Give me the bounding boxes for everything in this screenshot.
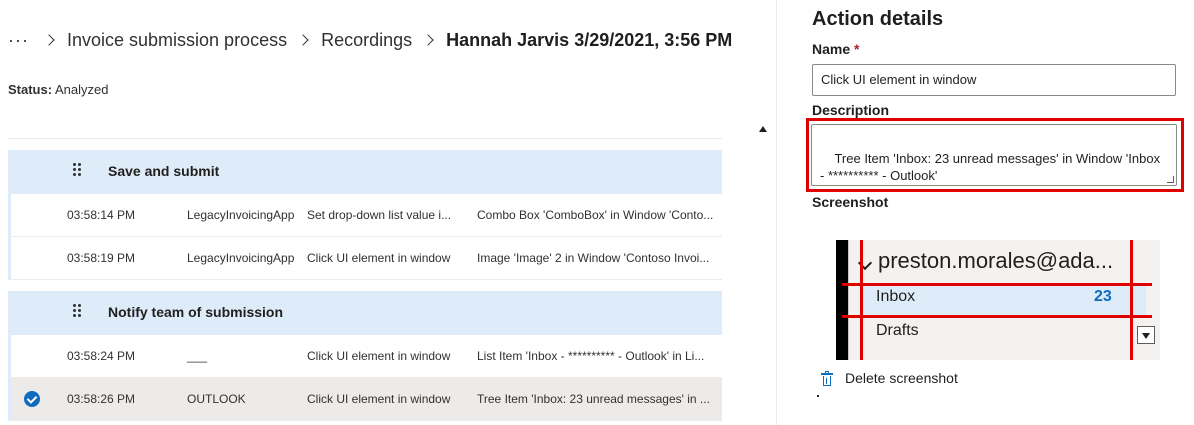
row-time: 03:58:19 PM — [67, 251, 136, 265]
action-list: Save and submit 03:58:14 PM LegacyInvoic… — [8, 118, 722, 425]
recording-pane: ··· Invoice submission process Recording… — [0, 0, 776, 425]
highlight-line — [860, 240, 863, 360]
row-action: Click UI element in window — [307, 349, 451, 363]
group-header[interactable]: Save and submit — [8, 150, 722, 194]
panel-title: Action details — [812, 8, 944, 30]
screenshot-image: preston.morales@ada... Inbox 23 Drafts — [812, 240, 1160, 360]
group-label: Save and submit — [108, 163, 220, 179]
row-time: 03:58:26 PM — [67, 392, 136, 406]
action-details-panel: Action details Name * Click UI element i… — [776, 0, 1194, 425]
row-app: ___ — [187, 349, 208, 363]
description-label: Description — [812, 102, 890, 118]
row-time: 03:58:14 PM — [67, 208, 136, 222]
table-row-selected[interactable]: 03:58:26 PM OUTLOOK Click UI element in … — [8, 378, 722, 421]
name-field[interactable]: Click UI element in window — [812, 64, 1176, 96]
row-target: Combo Box 'ComboBox' in Window 'Conto... — [477, 208, 714, 222]
group-header[interactable]: Notify team of submission — [8, 291, 722, 335]
trash-icon — [821, 370, 833, 386]
description-field[interactable]: Tree Item 'Inbox: 23 unread messages' in… — [811, 124, 1177, 186]
table-row[interactable]: 03:58:19 PM LegacyInvoicingApp Click UI … — [8, 237, 722, 280]
chevron-right-icon — [43, 34, 55, 46]
row-app: LegacyInvoicingApp — [187, 208, 295, 222]
row-action: Click UI element in window — [307, 392, 451, 406]
required-marker: * — [854, 41, 860, 57]
breadcrumb-current: Hannah Jarvis 3/29/2021, 3:56 PM — [446, 29, 733, 50]
dot — [817, 395, 819, 397]
table-row[interactable]: 03:58:24 PM ___ Click UI element in wind… — [8, 335, 722, 378]
delete-screenshot-button[interactable]: Delete screenshot — [821, 370, 958, 386]
breadcrumb: ··· Invoice submission process Recording… — [8, 28, 732, 52]
scroll-up-icon[interactable] — [759, 126, 767, 132]
row-target: List Item 'Inbox - ********** - Outlook'… — [477, 349, 705, 363]
chevron-right-icon — [422, 34, 434, 46]
checkmark-icon[interactable] — [24, 391, 40, 407]
screenshot-inbox: Inbox — [876, 288, 916, 305]
row-target: Image 'Image' 2 in Window 'Contoso Invoi… — [477, 251, 710, 265]
screenshot-inbox-count: 23 — [1094, 288, 1112, 305]
row-app: OUTLOOK — [187, 392, 246, 406]
name-label: Name * — [812, 41, 859, 57]
highlight-line — [842, 315, 1152, 318]
drag-handle-icon[interactable] — [73, 304, 83, 320]
screenshot-account: preston.morales@ada... — [878, 248, 1114, 273]
delete-screenshot-label: Delete screenshot — [845, 370, 958, 386]
status-label: Status: — [8, 82, 53, 97]
dropdown-arrow-icon — [1137, 326, 1155, 344]
name-label-text: Name — [812, 41, 851, 57]
row-app: LegacyInvoicingApp — [187, 251, 295, 265]
row-action: Set drop-down list value i... — [307, 208, 452, 222]
breadcrumb-item-recordings[interactable]: Recordings — [321, 30, 412, 51]
scrollbar[interactable] — [755, 118, 771, 425]
breadcrumb-item-process[interactable]: Invoice submission process — [67, 30, 287, 51]
row-target: Tree Item 'Inbox: 23 unread messages' in… — [477, 392, 710, 406]
resize-grip-icon[interactable] — [1167, 176, 1174, 183]
description-text: Tree Item 'Inbox: 23 unread messages' in… — [820, 151, 1164, 183]
screenshot-label: Screenshot — [812, 194, 889, 210]
status-line: Status: Analyzed — [8, 82, 108, 97]
screenshot-drafts: Drafts — [876, 322, 919, 339]
group-label: Notify team of submission — [108, 304, 284, 320]
breadcrumb-overflow[interactable]: ··· — [8, 30, 29, 51]
highlight-line — [842, 283, 1152, 286]
table-row[interactable]: 03:58:14 PM LegacyInvoicingApp Set drop-… — [8, 194, 722, 237]
drag-handle-icon[interactable] — [73, 163, 83, 179]
chevron-right-icon — [297, 34, 309, 46]
highlight-line — [1130, 240, 1133, 360]
divider — [8, 138, 722, 139]
row-time: 03:58:24 PM — [67, 349, 136, 363]
row-action: Click UI element in window — [307, 251, 451, 265]
status-value: Analyzed — [54, 82, 109, 97]
